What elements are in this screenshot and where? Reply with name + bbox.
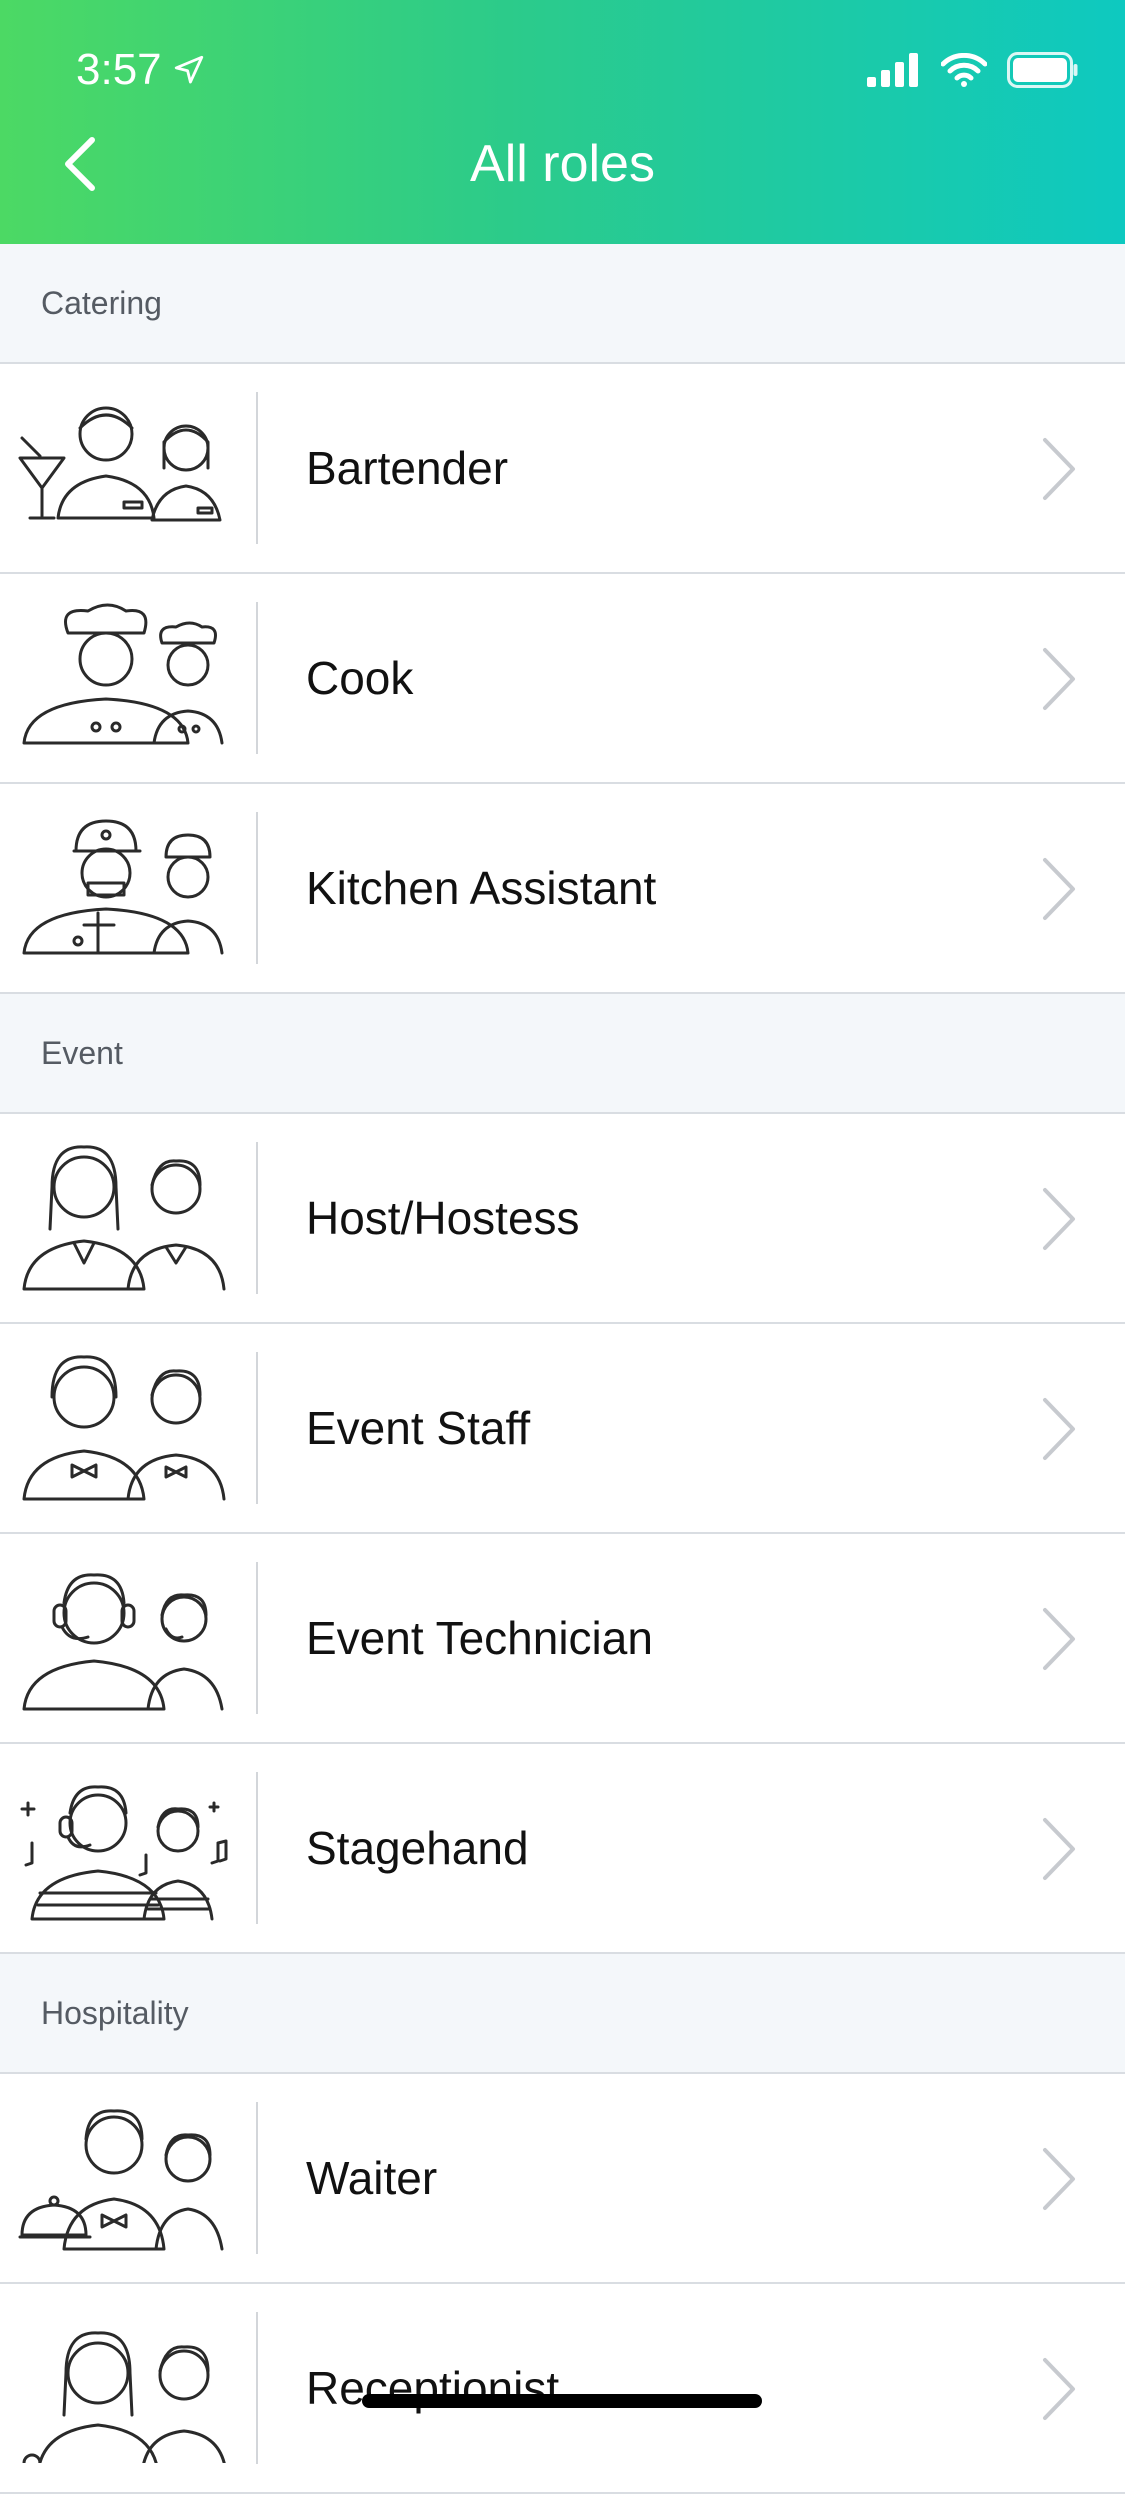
role-label: Host/Hostess bbox=[306, 1192, 580, 1244]
waiter-illustration bbox=[0, 2073, 256, 2283]
bartender-illustration bbox=[0, 363, 256, 573]
role-label: Event Technician bbox=[306, 1612, 653, 1664]
home-indicator[interactable] bbox=[362, 2394, 762, 2408]
roles-list: Catering Bartender Cook Kitchen Assistan… bbox=[0, 244, 1125, 2494]
role-row-bartender[interactable]: Bartender bbox=[0, 364, 1125, 574]
host-hostess-illustration bbox=[0, 1113, 256, 1323]
navigation-header: 3:57 All roles bbox=[0, 0, 1125, 244]
role-row-receptionist[interactable]: Receptionist bbox=[0, 2284, 1125, 2494]
kitchen-assistant-illustration bbox=[0, 783, 256, 993]
event-staff-illustration bbox=[0, 1323, 256, 1533]
role-row-cook[interactable]: Cook bbox=[0, 574, 1125, 784]
role-row-kitchen-assistant[interactable]: Kitchen Assistant bbox=[0, 784, 1125, 994]
role-label: Waiter bbox=[306, 2152, 438, 2204]
role-label: Cook bbox=[306, 652, 414, 704]
section-header-event: Event bbox=[0, 994, 1125, 1114]
chevron-right-icon bbox=[1043, 648, 1075, 710]
role-row-event-staff[interactable]: Event Staff bbox=[0, 1324, 1125, 1534]
chevron-right-icon bbox=[1043, 1188, 1075, 1250]
chevron-right-icon bbox=[1043, 1398, 1075, 1460]
battery-icon bbox=[1007, 52, 1078, 88]
role-row-event-technician[interactable]: Event Technician bbox=[0, 1534, 1125, 1744]
page-title: All roles bbox=[470, 135, 655, 193]
chevron-right-icon bbox=[1043, 1608, 1075, 1670]
event-technician-illustration bbox=[0, 1533, 256, 1743]
cellular-signal-icon bbox=[867, 53, 918, 87]
chevron-right-icon bbox=[1043, 2148, 1075, 2210]
role-row-stagehand[interactable]: Stagehand bbox=[0, 1744, 1125, 1954]
chevron-right-icon bbox=[1043, 858, 1075, 920]
location-arrow-icon bbox=[174, 55, 203, 84]
role-label: Kitchen Assistant bbox=[306, 862, 657, 914]
wifi-icon bbox=[941, 53, 987, 87]
cook-illustration bbox=[0, 573, 256, 783]
chevron-right-icon bbox=[1043, 438, 1075, 500]
status-time: 3:57 bbox=[76, 40, 206, 100]
receptionist-illustration bbox=[0, 2283, 256, 2493]
chevron-right-icon bbox=[1043, 2358, 1075, 2420]
section-header-hospitality: Hospitality bbox=[0, 1954, 1125, 2074]
role-row-waiter[interactable]: Waiter bbox=[0, 2074, 1125, 2284]
role-row-host-hostess[interactable]: Host/Hostess bbox=[0, 1114, 1125, 1324]
chevron-right-icon bbox=[1043, 1818, 1075, 1880]
role-label: Stagehand bbox=[306, 1822, 529, 1874]
status-icons bbox=[867, 50, 1079, 90]
role-label: Event Staff bbox=[306, 1402, 531, 1454]
role-label: Bartender bbox=[306, 442, 509, 494]
chevron-left-icon bbox=[65, 137, 95, 191]
status-time-text: 3:57 bbox=[76, 45, 162, 94]
section-header-catering: Catering bbox=[0, 244, 1125, 364]
stagehand-illustration bbox=[0, 1743, 256, 1953]
back-button[interactable] bbox=[48, 126, 112, 202]
